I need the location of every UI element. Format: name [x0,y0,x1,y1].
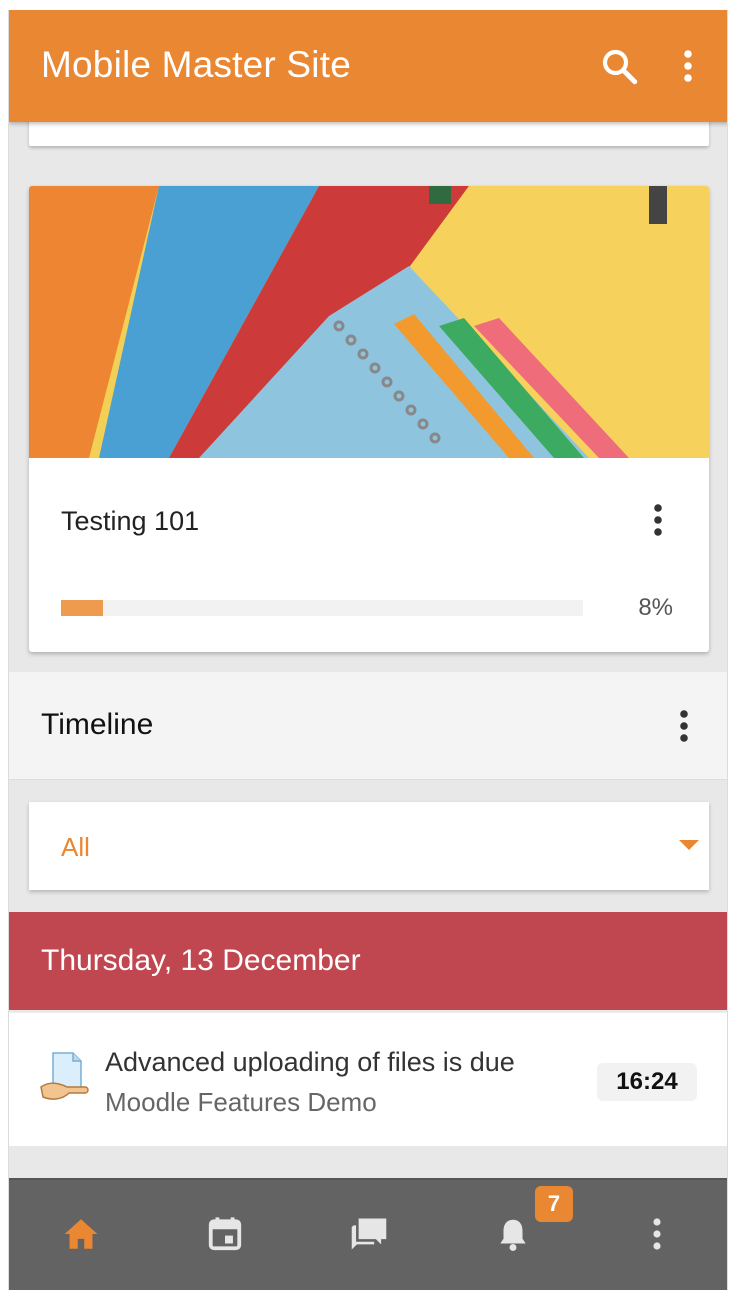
course-progress-fill [61,600,103,616]
more-vertical-icon [653,1218,661,1250]
more-vertical-icon [654,504,662,536]
tab-more[interactable] [627,1204,687,1264]
timeline-filter-value: All [61,832,90,862]
search-button[interactable] [594,40,644,92]
header-menu-button[interactable] [663,40,713,92]
caret-down-icon [679,840,699,850]
messages-icon [351,1218,387,1250]
more-vertical-icon [684,50,692,82]
event-time-badge: 16:24 [597,1063,697,1101]
tab-home[interactable] [51,1204,111,1264]
timeline-header: Timeline [9,672,727,780]
course-image [29,186,709,458]
course-menu-button[interactable] [635,492,681,548]
tab-calendar[interactable] [195,1204,255,1264]
course-card[interactable]: Testing 101 8% [29,186,709,652]
search-icon [602,49,638,85]
timeline-date: Thursday, 13 December [41,944,361,977]
notifications-badge: 7 [535,1186,573,1222]
assignment-icon [40,1052,89,1100]
tab-notifications[interactable] [483,1204,543,1264]
event-title[interactable]: Advanced uploading of files is due [105,1047,515,1078]
home-icon [64,1219,98,1249]
app-header: Mobile Master Site [9,10,727,122]
tab-messages[interactable] [339,1204,399,1264]
timeline-filter-select[interactable]: All [29,802,709,890]
calendar-icon [208,1217,242,1251]
course-name[interactable]: Testing 101 [61,506,199,537]
timeline-menu-button[interactable] [661,700,707,752]
bottom-tab-bar: 7 [9,1178,727,1290]
timeline-event-item[interactable]: Advanced uploading of files is due Moodl… [9,1012,727,1146]
course-progress-bar [61,600,583,616]
app-frame: Mobile Master Site Testing 101 8% Timeli… [8,10,728,1290]
event-course-name: Moodle Features Demo [105,1087,377,1117]
timeline-date-header: Thursday, 13 December [9,912,727,1010]
more-vertical-icon [680,710,688,742]
site-title: Mobile Master Site [41,44,351,85]
timeline-title: Timeline [41,708,154,741]
course-progress-label: 8% [638,594,673,621]
bell-icon [500,1219,526,1251]
